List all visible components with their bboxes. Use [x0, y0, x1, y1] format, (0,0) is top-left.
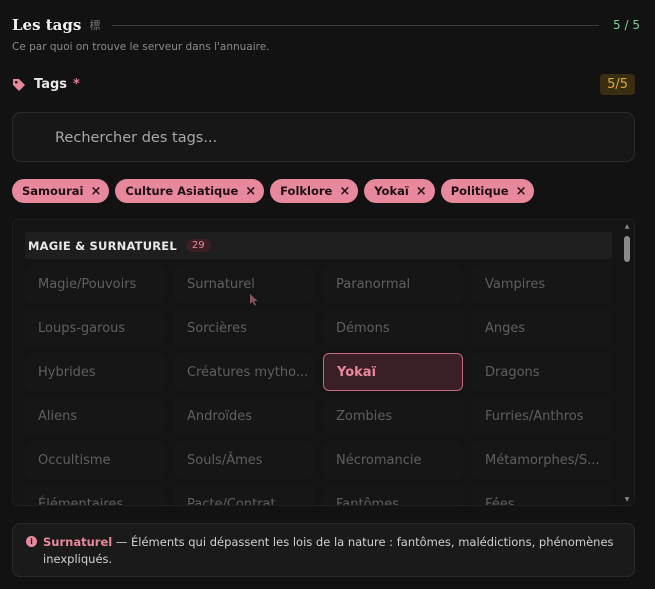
tag-option[interactable]: Androïdes — [174, 397, 314, 435]
category-title: MAGIE & SURNATUREL — [28, 238, 177, 253]
tag-option[interactable]: Fantômes — [323, 485, 463, 506]
tag-option[interactable]: Anges — [472, 309, 612, 347]
close-icon[interactable]: × — [245, 184, 256, 199]
tag-option-label: Vampires — [485, 276, 546, 292]
scroll-up-arrow-icon[interactable]: ▲ — [623, 223, 631, 231]
tag-option-label: Fantômes — [336, 496, 399, 506]
category-count-badge: 29 — [185, 239, 211, 252]
tag-option-label: Androïdes — [187, 408, 253, 424]
selected-tag-chip[interactable]: Politique × — [440, 179, 535, 203]
section-kanji: 標 — [89, 19, 101, 32]
required-mark: * — [73, 76, 80, 92]
tag-option-label: Élémentaires — [38, 496, 124, 506]
tag-option-label: Métamorphes/S... — [485, 452, 600, 468]
tag-option-label: Sorcières — [187, 320, 247, 336]
tag-option-label: Hybrides — [38, 364, 96, 380]
tags-count-badge: 5/5 — [600, 73, 635, 95]
section-tag-count: 5 / 5 — [613, 18, 640, 32]
tag-option[interactable]: Furries/Anthros — [472, 397, 612, 435]
section-subtitle: Ce par quoi on trouve le serveur dans l'… — [12, 41, 270, 53]
tag-option[interactable]: Souls/Âmes — [174, 441, 314, 479]
tag-option[interactable]: Loups-garous — [25, 309, 165, 347]
category-header: MAGIE & SURNATUREL 29 — [25, 232, 612, 259]
panel-scrollbar[interactable]: ▲ ▼ — [623, 223, 631, 504]
info-term: Surnaturel — [43, 535, 113, 549]
tag-description-box: i Surnaturel — Éléments qui dépassent le… — [12, 523, 635, 577]
tag-option[interactable]: Magie/Pouvoirs — [25, 265, 165, 303]
tag-option-label: Yokaï — [337, 364, 377, 380]
tag-grid: Magie/Pouvoirs Surnaturel Paranormal Vampir… — [25, 265, 621, 506]
tag-option[interactable]: Vampires — [472, 265, 612, 303]
tag-option[interactable]: Dragons — [472, 353, 612, 391]
tag-option-selected[interactable]: Yokaï — [323, 353, 463, 391]
tag-icon — [12, 77, 26, 91]
tag-option-label: Surnaturel — [187, 276, 255, 292]
info-icon: i — [26, 536, 37, 547]
tag-search-box[interactable] — [12, 112, 635, 162]
tag-option-label: Loups-garous — [38, 320, 126, 336]
tag-picker-panel: MAGIE & SURNATUREL 29 Magie/Pouvoirs Surn… — [12, 219, 635, 506]
tag-search-input[interactable] — [55, 127, 615, 149]
tag-option-label: Zombies — [336, 408, 393, 424]
tag-option-label: Pacte/Contrat — [187, 496, 276, 506]
tags-field-label-row: Tags * 5/5 — [12, 72, 635, 96]
info-description: — Éléments qui dépassent les lois de la … — [43, 535, 614, 566]
mouse-cursor-icon — [250, 291, 258, 306]
tag-option-label: Créatures mytho... — [187, 364, 309, 380]
tag-option-label: Fées — [485, 496, 515, 506]
close-icon[interactable]: × — [339, 184, 350, 199]
close-icon[interactable]: × — [416, 184, 427, 199]
close-icon[interactable]: × — [516, 184, 527, 199]
header-divider — [112, 24, 600, 26]
selected-tag-chip[interactable]: Yokaï × — [364, 179, 435, 203]
tag-option[interactable]: Pacte/Contrat — [174, 485, 314, 506]
tag-option[interactable]: Nécromancie — [323, 441, 463, 479]
tag-option[interactable]: Sorcières — [174, 309, 314, 347]
tag-option-label: Paranormal — [336, 276, 411, 292]
tags-field-label: Tags — [34, 76, 68, 92]
tag-option[interactable]: Élémentaires — [25, 485, 165, 506]
tag-option-label: Démons — [336, 320, 390, 336]
selected-tags-list: Samourai × Culture Asiatique × Folklore × Yoka… — [12, 179, 535, 203]
tag-option[interactable]: Hybrides — [25, 353, 165, 391]
selected-tag-label: Culture Asiatique — [125, 184, 239, 198]
tag-option[interactable]: Créatures mytho... — [174, 353, 314, 391]
selected-tag-label: Politique — [450, 184, 509, 198]
tag-option[interactable]: Paranormal — [323, 265, 463, 303]
tag-option[interactable]: Zombies — [323, 397, 463, 435]
tag-option-label: Nécromancie — [336, 452, 422, 468]
tag-option-label: Aliens — [38, 408, 78, 424]
section-header: Les tags 標 5 / 5 — [12, 14, 640, 36]
selected-tag-label: Yokaï — [374, 184, 409, 198]
close-icon[interactable]: × — [91, 184, 102, 199]
selected-tag-label: Folklore — [280, 184, 333, 198]
scroll-thumb[interactable] — [624, 236, 630, 262]
selected-tag-chip[interactable]: Samourai × — [12, 179, 110, 203]
tag-option[interactable]: Surnaturel — [174, 265, 314, 303]
tag-option[interactable]: Fées — [472, 485, 612, 506]
tag-option[interactable]: Occultisme — [25, 441, 165, 479]
tag-option[interactable]: Métamorphes/S... — [472, 441, 612, 479]
tag-option-label: Furries/Anthros — [485, 408, 584, 424]
tag-option-label: Souls/Âmes — [187, 452, 263, 468]
scroll-down-arrow-icon[interactable]: ▼ — [623, 496, 631, 504]
selected-tag-label: Samourai — [22, 184, 84, 198]
section-title: Les tags — [12, 16, 82, 34]
tag-option-label: Dragons — [485, 364, 540, 380]
tag-option-label: Occultisme — [38, 452, 111, 468]
tag-option[interactable]: Démons — [323, 309, 463, 347]
selected-tag-chip[interactable]: Culture Asiatique × — [115, 179, 265, 203]
tag-option[interactable]: Aliens — [25, 397, 165, 435]
selected-tag-chip[interactable]: Folklore × — [270, 179, 359, 203]
tag-option-label: Magie/Pouvoirs — [38, 276, 137, 292]
tag-option-label: Anges — [485, 320, 526, 336]
